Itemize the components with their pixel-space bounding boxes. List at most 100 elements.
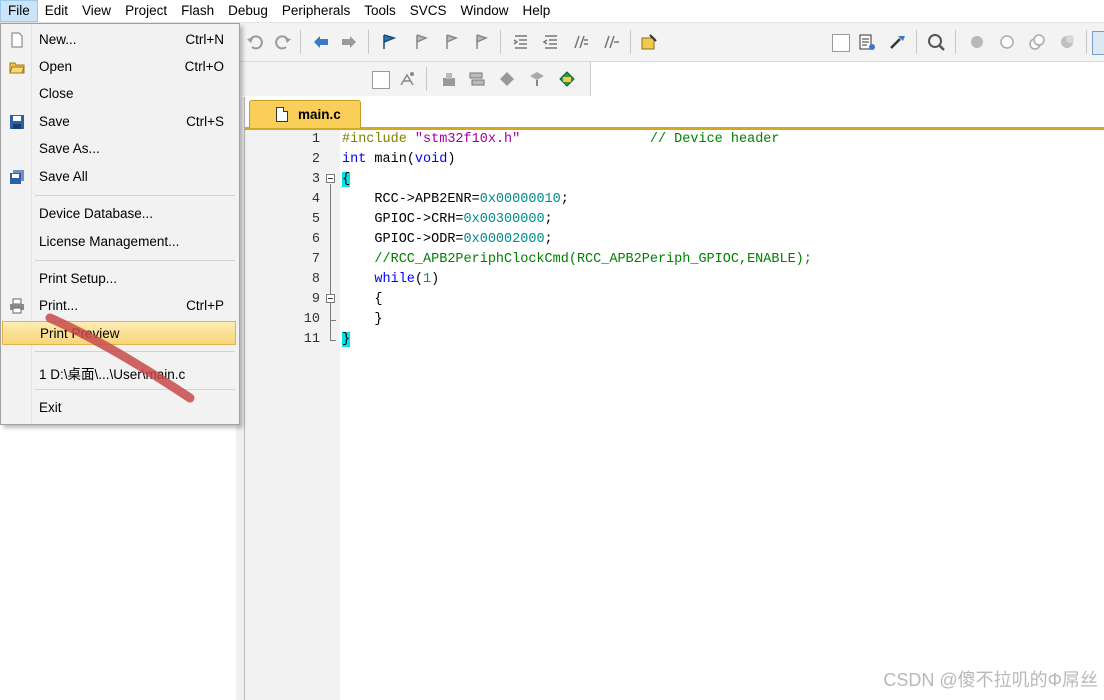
toolbar-separator — [955, 30, 956, 54]
fold-toggle-icon[interactable] — [326, 174, 335, 183]
code-text: GPIOC->ODR=0x00002000; — [342, 230, 552, 250]
menu-item-recent-file[interactable]: 1 D:\桌面\...\User\main.c — [2, 359, 238, 383]
configure-icon[interactable] — [858, 33, 876, 51]
batch-build-icon[interactable] — [498, 70, 516, 88]
code-line[interactable]: 2 int main(void) — [245, 150, 1104, 170]
menu-item-label: Exit — [39, 400, 62, 415]
code-token: ) — [431, 272, 440, 287]
toolbar-separator — [630, 30, 631, 54]
menu-item-print-setup[interactable]: Print Setup... — [2, 267, 238, 291]
code-line[interactable]: 7 //RCC_APB2PeriphClockCmd(RCC_APB2Perip… — [245, 250, 1104, 270]
disable-all-breakpoints-icon[interactable] — [1028, 33, 1046, 51]
unindent-icon[interactable] — [542, 33, 560, 51]
code-token: #include — [342, 132, 415, 147]
line-number: 10 — [303, 312, 320, 327]
rebuild-icon[interactable] — [468, 70, 486, 88]
menu-item-label: New... — [39, 32, 77, 47]
printer-icon — [10, 298, 24, 314]
code-line[interactable]: 3{ — [245, 170, 1104, 190]
breakpoint-icon[interactable] — [968, 33, 986, 51]
menu-item-label: Device Database... — [39, 206, 154, 221]
line-number: 1 — [311, 132, 320, 147]
kill-breakpoints-icon[interactable] — [1058, 33, 1076, 51]
menu-item-label: Open — [39, 59, 73, 74]
load-icon[interactable] — [558, 70, 576, 88]
menu-tools[interactable]: Tools — [357, 0, 403, 22]
find-in-files-icon[interactable] — [640, 33, 658, 51]
target-dropdown[interactable] — [372, 71, 390, 89]
manage-components-icon[interactable] — [888, 33, 906, 51]
tab-label: main.c — [298, 107, 341, 122]
code-editor[interactable]: 1 #include "stm32f10x.h" // Device header… — [245, 130, 1104, 700]
debug-session-icon[interactable] — [927, 33, 945, 51]
next-bookmark-icon[interactable] — [442, 33, 460, 51]
menu-debug[interactable]: Debug — [221, 0, 275, 22]
bookmark-flag-icon[interactable] — [380, 33, 398, 51]
code-line[interactable]: 6 GPIOC->ODR=0x00002000; — [245, 230, 1104, 250]
tab-main-c[interactable]: main.c — [249, 100, 361, 128]
indent-icon[interactable] — [512, 33, 530, 51]
code-line[interactable]: 10 } — [245, 310, 1104, 330]
menu-item-license-management[interactable]: License Management... — [2, 230, 238, 254]
code-line[interactable]: 11} — [245, 330, 1104, 350]
code-token: RCC->APB2ENR= — [342, 192, 480, 207]
code-line[interactable]: 1 #include "stm32f10x.h" // Device header — [245, 130, 1104, 150]
uncomment-icon[interactable] — [602, 33, 620, 51]
menu-separator — [35, 195, 235, 196]
target-select-dropdown[interactable] — [832, 34, 850, 52]
fold-toggle-icon[interactable] — [326, 294, 335, 303]
code-text: } — [342, 310, 382, 330]
code-line[interactable]: 5 GPIOC->CRH=0x00300000; — [245, 210, 1104, 230]
menu-item-save[interactable]: Save Ctrl+S — [2, 110, 238, 134]
code-line[interactable]: 9 { — [245, 290, 1104, 310]
target-options-icon[interactable] — [398, 70, 416, 88]
menu-file[interactable]: File — [0, 0, 38, 22]
window-layout-icon[interactable] — [1092, 31, 1104, 55]
forward-arrow-icon[interactable] — [340, 33, 358, 51]
prev-bookmark-icon[interactable] — [412, 33, 430, 51]
redo-icon[interactable] — [274, 33, 292, 51]
menu-flash[interactable]: Flash — [174, 0, 221, 22]
toolbar-separator — [1086, 30, 1087, 54]
line-number: 6 — [311, 232, 320, 247]
code-token: main( — [366, 152, 415, 167]
menu-svcs[interactable]: SVCS — [403, 0, 454, 22]
comment-icon[interactable] — [572, 33, 590, 51]
menu-help[interactable]: Help — [516, 0, 558, 22]
menu-item-device-database[interactable]: Device Database... — [2, 202, 238, 226]
menu-item-save-all[interactable]: Save All — [2, 165, 238, 189]
menu-item-print-preview[interactable]: Print Preview — [2, 321, 236, 345]
menu-peripherals[interactable]: Peripherals — [275, 0, 357, 22]
save-all-icon — [10, 170, 24, 184]
code-token: 0x00000010 — [479, 192, 561, 207]
code-line[interactable]: 4 RCC->APB2ENR=0x00000010; — [245, 190, 1104, 210]
menu-item-shortcut: Ctrl+S — [186, 114, 224, 129]
code-token: ; — [560, 192, 569, 207]
menu-item-close[interactable]: Close — [2, 82, 238, 106]
code-line[interactable]: 8 while(1) — [245, 270, 1104, 290]
toolbar-separator — [500, 30, 501, 54]
code-text: #include "stm32f10x.h" // Device header — [342, 130, 780, 150]
code-text: GPIOC->CRH=0x00300000; — [342, 210, 552, 230]
download-icon[interactable] — [528, 70, 546, 88]
menu-window[interactable]: Window — [453, 0, 515, 22]
menu-separator — [35, 389, 235, 390]
undo-icon[interactable] — [246, 33, 264, 51]
line-number: 7 — [311, 252, 320, 267]
menu-item-save-as[interactable]: Save As... — [2, 137, 238, 161]
menu-item-print[interactable]: Print... Ctrl+P — [2, 294, 238, 318]
line-number: 9 — [311, 292, 320, 307]
menu-project[interactable]: Project — [118, 0, 174, 22]
new-file-icon — [11, 32, 23, 48]
back-arrow-icon[interactable] — [312, 33, 330, 51]
menu-view[interactable]: View — [75, 0, 118, 22]
code-token: ( — [414, 272, 424, 287]
build-icon[interactable] — [440, 70, 458, 88]
line-number: 5 — [311, 212, 320, 227]
menu-item-exit[interactable]: Exit — [2, 396, 238, 420]
menu-item-new[interactable]: New... Ctrl+N — [2, 28, 238, 52]
menu-edit[interactable]: Edit — [38, 0, 75, 22]
clear-bookmarks-icon[interactable] — [472, 33, 490, 51]
menu-item-open[interactable]: Open Ctrl+O — [2, 55, 238, 79]
breakpoint-disabled-icon[interactable] — [998, 33, 1016, 51]
